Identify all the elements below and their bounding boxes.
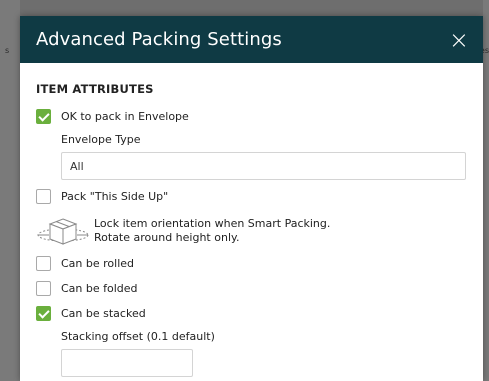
- backdrop-right-edge: [483, 0, 489, 381]
- stacking-offset-input[interactable]: [61, 349, 193, 377]
- orientation-note-text: Lock item orientation when Smart Packing…: [94, 217, 330, 245]
- stacking-offset-group: Stacking offset (0.1 default): [61, 330, 467, 377]
- modal-header: Advanced Packing Settings ×: [20, 16, 483, 63]
- close-icon[interactable]: ×: [449, 28, 469, 52]
- stacking-offset-label: Stacking offset (0.1 default): [61, 330, 215, 343]
- can-be-stacked-row: Can be stacked: [36, 305, 467, 322]
- can-be-folded-label[interactable]: Can be folded: [61, 282, 138, 295]
- envelope-type-input[interactable]: [61, 152, 466, 180]
- ok-envelope-checkbox[interactable]: [36, 109, 51, 124]
- can-be-rolled-label[interactable]: Can be rolled: [61, 257, 134, 270]
- this-side-up-label[interactable]: Pack "This Side Up": [61, 190, 168, 203]
- ok-envelope-label[interactable]: OK to pack in Envelope: [61, 110, 189, 123]
- can-be-folded-checkbox[interactable]: [36, 281, 51, 296]
- backdrop-left-edge: [0, 0, 20, 381]
- can-be-rolled-row: Can be rolled: [36, 255, 467, 272]
- can-be-stacked-checkbox[interactable]: [36, 306, 51, 321]
- can-be-stacked-label[interactable]: Can be stacked: [61, 307, 146, 320]
- orientation-note: Lock item orientation when Smart Packing…: [36, 213, 467, 249]
- modal-body: ITEM ATTRIBUTES OK to pack in Envelope E…: [20, 63, 483, 377]
- orientation-note-line1: Lock item orientation when Smart Packing…: [94, 217, 331, 230]
- can-be-folded-row: Can be folded: [36, 280, 467, 297]
- can-be-rolled-checkbox[interactable]: [36, 256, 51, 271]
- advanced-packing-settings-modal: Advanced Packing Settings × ITEM ATTRIBU…: [20, 16, 483, 381]
- this-side-up-checkbox[interactable]: [36, 189, 51, 204]
- envelope-type-label: Envelope Type: [61, 133, 141, 146]
- modal-title: Advanced Packing Settings: [36, 29, 282, 50]
- checkmark-icon: [37, 109, 50, 122]
- checkmark-icon: [37, 306, 50, 319]
- this-side-up-row: Pack "This Side Up": [36, 188, 467, 205]
- orientation-note-line2: Rotate around height only.: [94, 231, 240, 244]
- ok-envelope-row: OK to pack in Envelope: [36, 108, 467, 125]
- envelope-type-group: Envelope Type: [61, 133, 467, 188]
- backdrop-text-left: s: [5, 46, 10, 55]
- box-orientation-icon: [37, 218, 89, 245]
- item-attributes-heading: ITEM ATTRIBUTES: [36, 82, 154, 96]
